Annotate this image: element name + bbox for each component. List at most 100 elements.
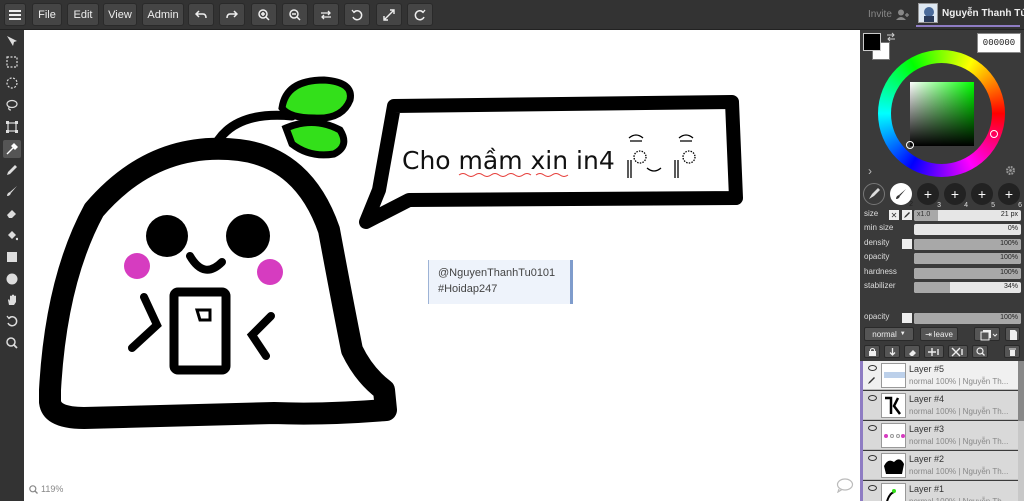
sprout-leaves <box>278 76 354 159</box>
opacity-slider[interactable]: 100% <box>914 253 1021 264</box>
brush-preset-5-button[interactable]: +5 <box>971 183 995 209</box>
layer-row[interactable]: Layer #3 normal 100% | Nguyễn Th... <box>863 421 1024 450</box>
size-pressure-toggle[interactable]: ✕ <box>889 210 899 220</box>
hardness-slider-row: hardness 100% <box>860 267 1024 280</box>
eraser-icon[interactable] <box>3 204 21 222</box>
layer-thumbnail <box>881 423 906 448</box>
saturation-value-square[interactable] <box>910 82 974 146</box>
admin-menu[interactable]: Admin <box>142 3 184 26</box>
rectangle-shape-icon[interactable] <box>3 248 21 266</box>
ellipse-select-icon[interactable] <box>3 74 21 92</box>
lock-layer-button[interactable] <box>864 345 880 358</box>
size-label: size <box>864 209 879 218</box>
layer-row[interactable]: Layer #1 normal 100% | Nguyễn Th... <box>863 481 1024 501</box>
layer-thumbnail <box>881 363 906 388</box>
search-layer-button[interactable] <box>972 345 988 358</box>
swap-colors-icon[interactable] <box>886 32 896 45</box>
speech-bubble-text: Cho mầm xin in4 <box>402 146 615 175</box>
remove-layer-button[interactable] <box>948 345 968 358</box>
zoom-in-button[interactable] <box>251 3 277 26</box>
primary-color-swatch[interactable] <box>863 33 881 51</box>
layer-opacity-slider[interactable]: 100% <box>914 313 1021 324</box>
drawing-canvas[interactable]: Cho mầm xin in4 @NguyenThanhTu0101 #Hoid… <box>24 30 860 501</box>
eyedropper-icon[interactable] <box>3 140 21 158</box>
rotate-left-icon <box>351 9 363 20</box>
density-slider[interactable]: 100% <box>914 238 1021 250</box>
stabilizer-slider[interactable]: 34% <box>914 282 1021 293</box>
duplicate-layer-button[interactable] <box>974 327 1000 341</box>
add-layer-button[interactable] <box>924 345 944 358</box>
blend-mode-dropdown[interactable]: normal ▼ <box>864 327 914 341</box>
chevron-right-icon[interactable]: › <box>868 164 872 178</box>
delete-layer-button[interactable] <box>1004 345 1020 358</box>
hardness-slider[interactable]: 100% <box>914 267 1021 279</box>
undo-button[interactable] <box>188 3 214 26</box>
opacity-label: opacity <box>864 252 890 261</box>
edit-menu[interactable]: Edit <box>67 3 99 26</box>
stabilizer-slider-row: stabilizer 34% <box>860 281 1024 294</box>
move-tool-icon[interactable] <box>3 32 21 50</box>
layers-scrollbar[interactable] <box>1018 361 1024 501</box>
eye-icon[interactable] <box>868 485 877 491</box>
fill-bucket-icon[interactable] <box>3 226 21 244</box>
layer-meta: normal 100% | Nguyễn Th... <box>909 377 1009 386</box>
brush-icon[interactable] <box>3 182 21 200</box>
pen-preset-button[interactable] <box>863 183 885 205</box>
eye-icon[interactable] <box>868 455 877 461</box>
user-badge[interactable]: Nguyễn Thanh Tú <box>916 2 1024 27</box>
merge-down-button[interactable] <box>884 345 900 358</box>
new-layer-button[interactable] <box>1005 327 1020 341</box>
pencil-icon[interactable] <box>3 161 21 179</box>
merge-down-icon <box>889 347 895 356</box>
layers-list: Layer #5 normal 100% | Nguyễn Th... Layer … <box>860 361 1024 501</box>
brush-preset-3-button[interactable]: +3 <box>917 183 941 209</box>
fullscreen-button[interactable] <box>376 3 402 26</box>
zoom-indicator: 119% <box>29 484 63 494</box>
rotate-view-icon[interactable] <box>3 312 21 330</box>
invite-link[interactable]: Invite <box>868 9 892 20</box>
size-slider[interactable]: x1.0 21 px <box>914 210 1021 221</box>
flip-button[interactable] <box>313 3 339 26</box>
eye-icon[interactable] <box>868 365 877 371</box>
opacity-slider-row: opacity 100% <box>860 252 1024 265</box>
layer-opacity-checkbox[interactable] <box>902 313 912 323</box>
view-menu[interactable]: View <box>103 3 137 26</box>
layer-row[interactable]: Layer #2 normal 100% | Nguyễn Th... <box>863 451 1024 480</box>
density-label: density <box>864 237 890 247</box>
transform-icon[interactable] <box>3 118 21 136</box>
clear-layer-button[interactable] <box>904 345 920 358</box>
hand-icon[interactable] <box>3 291 21 309</box>
note-hashtag: #Hoidap247 <box>438 283 498 295</box>
layer-opacity-label: opacity <box>864 312 890 321</box>
brush-preset-6-button[interactable]: +6 <box>998 183 1022 209</box>
zoom-out-button[interactable] <box>282 3 308 26</box>
add-user-icon[interactable] <box>896 9 910 21</box>
brush-icon <box>896 189 906 199</box>
size-pen-icon[interactable] <box>902 210 912 220</box>
eye-icon[interactable] <box>868 425 877 431</box>
brush-preset-button-active[interactable]: 2 <box>890 183 913 208</box>
eye-icon[interactable] <box>868 395 877 401</box>
brush-preset-4-button[interactable]: +4 <box>944 183 968 209</box>
lasso-icon[interactable] <box>3 96 21 114</box>
leave-icon: ⇥ <box>925 329 932 339</box>
layer-row[interactable]: Layer #4 normal 100% | Nguyễn Th... <box>863 391 1024 420</box>
hamburger-menu-icon[interactable] <box>4 3 26 26</box>
layer-row[interactable]: Layer #5 normal 100% | Nguyễn Th... <box>863 361 1024 390</box>
leave-button[interactable]: ⇥ leave <box>920 327 958 341</box>
rotate-right-button[interactable] <box>407 3 433 26</box>
min-size-value: 0% <box>1007 225 1018 232</box>
hue-handle[interactable] <box>990 130 998 138</box>
density-checkbox[interactable] <box>902 238 912 249</box>
chat-icon[interactable] <box>836 478 854 496</box>
rect-select-icon[interactable] <box>3 53 21 71</box>
hex-color-input[interactable]: 000000 <box>977 33 1021 53</box>
file-menu[interactable]: File <box>32 3 62 26</box>
rotate-left-button[interactable] <box>344 3 370 26</box>
redo-button[interactable] <box>219 3 245 26</box>
min-size-slider[interactable]: 0% <box>914 224 1021 235</box>
zoom-tool-icon[interactable] <box>3 334 21 352</box>
gear-icon[interactable] <box>1005 165 1016 179</box>
color-picker-handle[interactable] <box>906 141 914 149</box>
ellipse-shape-icon[interactable] <box>3 270 21 288</box>
